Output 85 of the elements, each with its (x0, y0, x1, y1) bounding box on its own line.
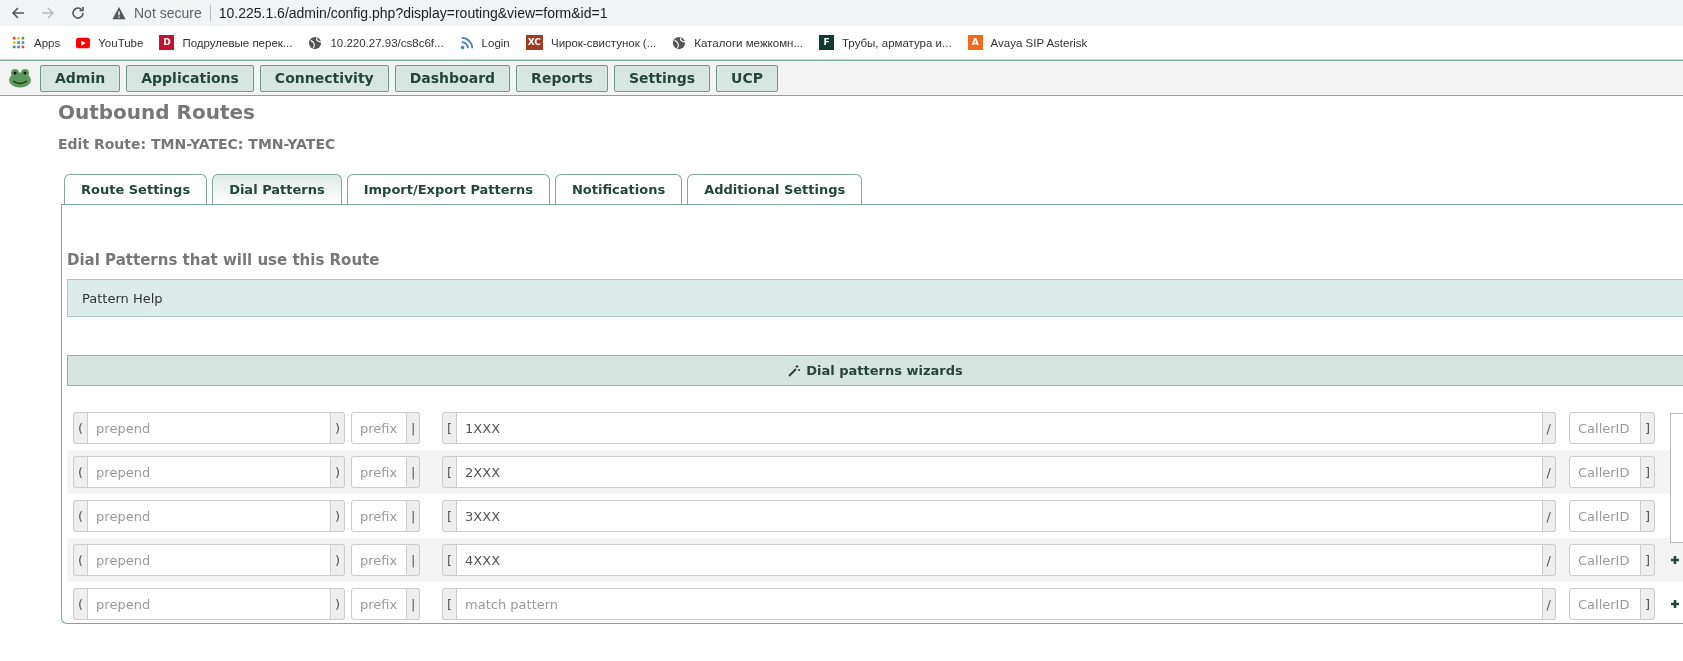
input-addon: | (407, 500, 421, 532)
prefix-field[interactable]: prefix (351, 412, 407, 444)
frog-logo-icon[interactable] (8, 68, 32, 88)
globe-icon (308, 35, 323, 50)
bookmark-link[interactable]: A Avaya SIP Asterisk (967, 35, 1088, 50)
pattern-help-label: Pattern Help (82, 290, 163, 306)
menu-button[interactable]: Connectivity (259, 64, 389, 92)
prepend-field[interactable]: prepend (87, 544, 331, 576)
input-addon: ( (73, 588, 88, 620)
input-addon: [ (442, 456, 457, 488)
input-addon: ] (1641, 588, 1656, 620)
reload-icon[interactable] (70, 5, 86, 21)
prepend-field[interactable]: prepend (87, 412, 331, 444)
callerid-field[interactable]: CallerID (1569, 544, 1641, 576)
prefix-field[interactable]: prefix (351, 588, 407, 620)
add-icon[interactable] (1671, 598, 1679, 610)
bookmark-link[interactable]: XC Чирок-свистунок (... (525, 35, 657, 50)
input-addon: | (407, 456, 421, 488)
bookmark-link[interactable]: YouTube (76, 35, 144, 50)
security-label: Not secure (134, 5, 202, 21)
bookmark-link[interactable]: D Подрулевые перек... (159, 35, 293, 50)
globe-icon (672, 35, 687, 50)
bookmark-link[interactable]: Login (459, 35, 510, 50)
match-pattern-field[interactable]: match pattern (456, 588, 1543, 620)
input-addon: ( (73, 500, 88, 532)
menu-button[interactable]: Settings (613, 64, 711, 92)
menu-button[interactable]: UCP (716, 64, 778, 92)
input-addon: | (407, 588, 421, 620)
callerid-field[interactable]: CallerID (1569, 588, 1641, 620)
prepend-field[interactable]: prepend (87, 500, 331, 532)
tab[interactable]: Additional Settings (687, 174, 863, 204)
match-pattern-field[interactable]: 3XXX (456, 500, 1543, 532)
bookmark-link[interactable]: F Трубы, арматура и... (819, 35, 952, 50)
menu-button[interactable]: Dashboard (394, 64, 511, 92)
input-addon: [ (442, 544, 457, 576)
input-addon: ( (73, 544, 88, 576)
site-logo: XC (525, 35, 543, 50)
page-title: Outbound Routes (58, 100, 257, 126)
prefix-field[interactable]: prefix (351, 544, 407, 576)
input-addon: ( (73, 456, 88, 488)
prepend-field[interactable]: prepend (87, 456, 331, 488)
tab[interactable]: Import/Export Patterns (346, 174, 550, 204)
magic-wand-icon (788, 364, 801, 377)
dial-patterns-wizard-button[interactable]: Dial patterns wizards (67, 355, 1683, 386)
input-addon: ( (73, 412, 88, 444)
prefix-field[interactable]: prefix (351, 500, 407, 532)
input-addon: | (407, 544, 421, 576)
bookmark-link[interactable]: 10.220.27.93/cs8c6f... (308, 35, 444, 50)
bookmark-link[interactable]: Каталоги межкомн... (672, 35, 803, 50)
menu-button[interactable]: Reports (516, 64, 608, 92)
input-addon: ] (1641, 456, 1656, 488)
site-logo: D (159, 35, 175, 50)
rss-icon (459, 35, 474, 50)
menu-button[interactable]: Admin (40, 64, 121, 92)
url-text: 10.225.1.6/admin/config.php?display=routing&view=form&id=1 (218, 5, 608, 21)
input-addon: [ (442, 412, 457, 444)
input-addon: ] (1641, 412, 1656, 444)
tab[interactable]: Dial Patterns (212, 174, 342, 204)
pattern-help-bar[interactable]: Pattern Help (67, 279, 1683, 317)
bookmark-link[interactable]: Apps (12, 35, 61, 50)
site-logo: F (819, 35, 834, 50)
section-title: Dial Patterns that will use this Route (67, 251, 381, 271)
menu-button[interactable]: Applications (126, 64, 254, 92)
match-pattern-field[interactable]: 4XXX (456, 544, 1543, 576)
input-addon: ] (1641, 544, 1656, 576)
match-pattern-field[interactable]: 1XXX (456, 412, 1543, 444)
input-addon: [ (442, 500, 457, 532)
prepend-field[interactable]: prepend (87, 588, 331, 620)
back-icon[interactable] (10, 5, 26, 21)
prefix-field[interactable]: prefix (351, 456, 407, 488)
warning-icon (112, 6, 126, 20)
tab[interactable]: Route Settings (64, 174, 208, 204)
site-logo: A (967, 35, 983, 50)
input-addon: [ (442, 588, 457, 620)
page-subtitle: Edit Route: TMN-YATEC: TMN-YATEC (58, 136, 337, 154)
callerid-field[interactable]: CallerID (1569, 412, 1641, 444)
input-addon: ] (1641, 500, 1656, 532)
callerid-field[interactable]: CallerID (1569, 456, 1641, 488)
callerid-field[interactable]: CallerID (1569, 500, 1641, 532)
tab[interactable]: Notifications (555, 174, 683, 204)
match-pattern-field[interactable]: 2XXX (456, 456, 1543, 488)
input-addon: | (407, 412, 421, 444)
apps-grid-icon (12, 35, 26, 50)
add-icon[interactable] (1671, 554, 1679, 566)
play-icon (76, 35, 91, 50)
